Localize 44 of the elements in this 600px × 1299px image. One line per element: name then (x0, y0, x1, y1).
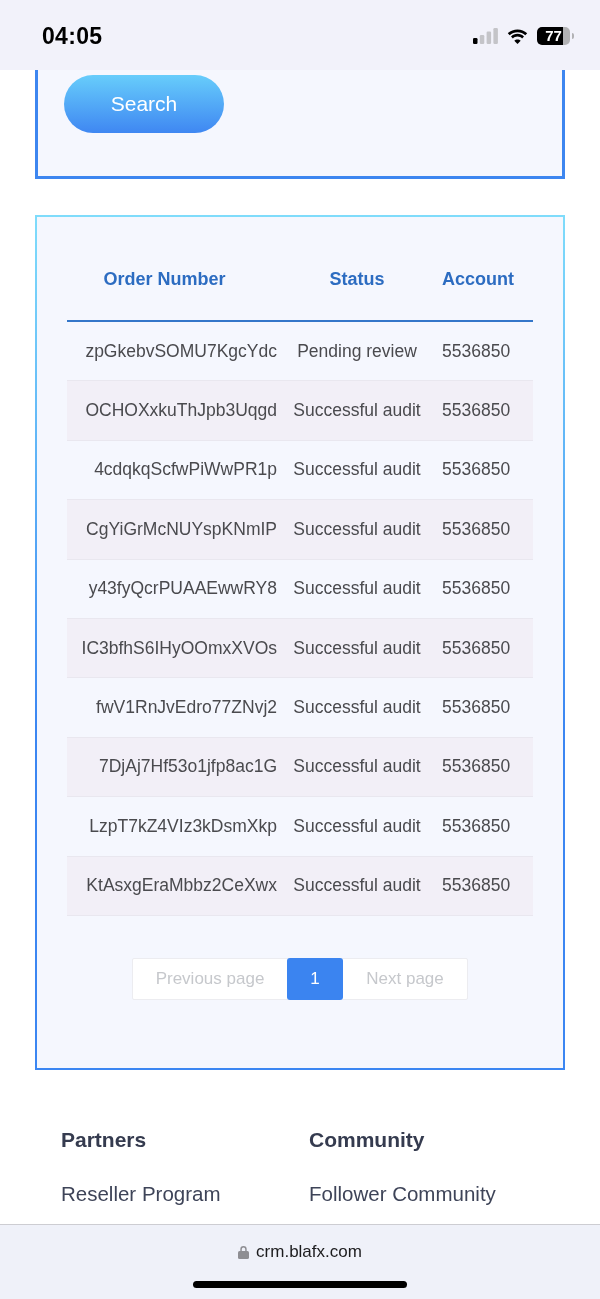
status-time: 04:05 (42, 22, 103, 50)
footer-heading: Partners (61, 1127, 148, 1152)
table-cell-text: OCHOXxkuThJpb3Uqgd (84, 400, 278, 422)
table-cell-text: LzpT7kZ4VIz3kDsmXkp (88, 815, 278, 837)
url-text[interactable]: crm.blafx.com (256, 1242, 362, 1262)
column-header: Order Number (102, 268, 227, 290)
lock-icon (238, 1245, 250, 1259)
table-cell-text: Successful audit (292, 697, 422, 719)
table-cell-text: Successful audit (292, 637, 422, 659)
table-cell-text: 5536850 (441, 756, 512, 778)
table-cell-text: 5536850 (441, 459, 512, 481)
table-cell-text: 7DjAj7Hf53o1jfp8ac1G (97, 756, 278, 778)
table-cell-text: 5536850 (441, 578, 512, 600)
table-cell-text: Successful audit (292, 875, 422, 897)
table-cell-text: KtAsxgEraMbbz2CeXwx (85, 875, 278, 897)
table-cell-text: fwV1RnJvEdro77ZNvj2 (95, 697, 278, 719)
table-cell-text: zpGkebvSOMU7KgcYdc (84, 340, 278, 362)
wifi-icon (507, 28, 528, 44)
table-cell-text: IC3bfhS6IHyOOmxXVOs (80, 637, 278, 659)
table-cell-text: 5536850 (441, 400, 512, 422)
footer-link[interactable]: Reseller Program (61, 1182, 309, 1206)
table-cell-text: y43fyQcrPUAAEwwRY8 (87, 578, 278, 600)
table-cell-text: 4cdqkqScfwPiWwPR1p (93, 459, 278, 481)
signal-icon (473, 28, 498, 44)
table-cell-text: Successful audit (292, 756, 422, 778)
table-cell-text: Successful audit (292, 518, 422, 540)
search-button[interactable]: Search (64, 75, 224, 133)
table-cell-text: Successful audit (292, 459, 422, 481)
table-cell-text: 5536850 (441, 518, 512, 540)
table-cell-text: Successful audit (292, 400, 422, 422)
column-header: Account (441, 268, 515, 290)
table-cell-text: Pending review (296, 340, 418, 362)
table-cell-text: 5536850 (441, 697, 512, 719)
column-header: Status (328, 268, 386, 290)
table-cell-text: 5536850 (441, 637, 512, 659)
page-number-button[interactable]: 1 (287, 957, 343, 1000)
footer-link[interactable]: Follower Community (309, 1182, 557, 1206)
table-cell-text: Successful audit (292, 815, 422, 837)
footer-heading: Community (309, 1127, 426, 1152)
table-cell-text: Successful audit (292, 578, 422, 600)
table-cell-text: 5536850 (441, 875, 512, 897)
table-cell-text: CgYiGrMcNUYspKNmIP (85, 518, 278, 540)
table-cell-text: 5536850 (441, 815, 512, 837)
table-cell-text: 5536850 (441, 340, 512, 362)
